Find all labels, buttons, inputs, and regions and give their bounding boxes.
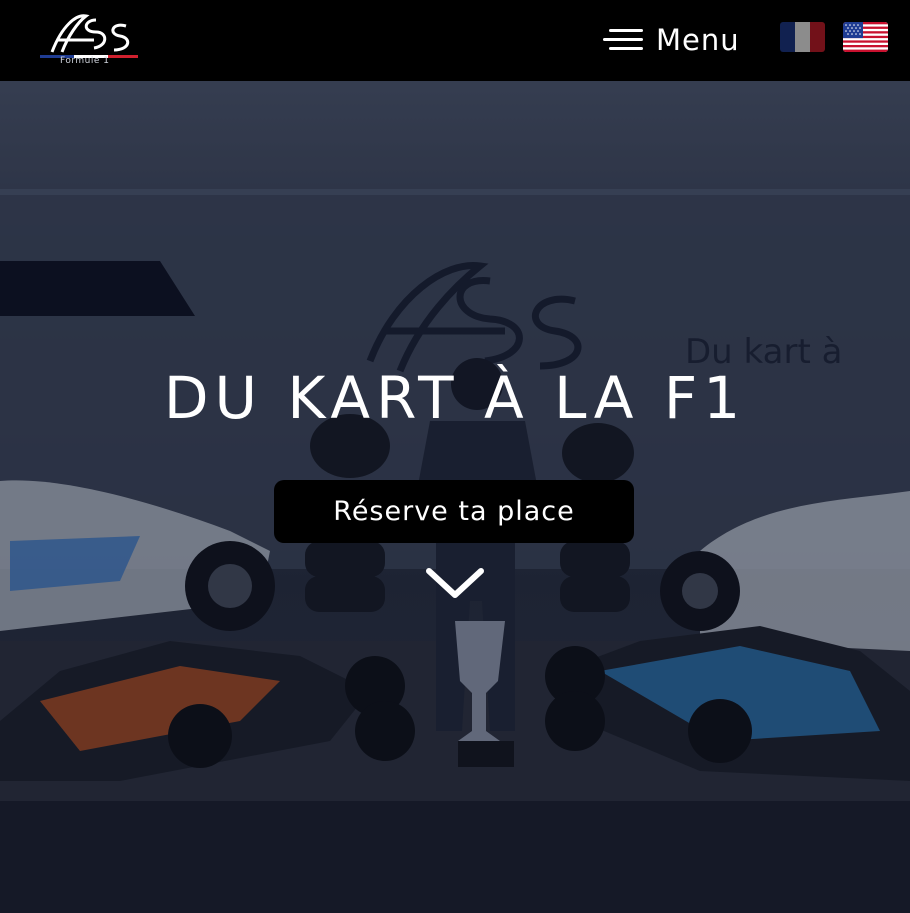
- hero-section: Du kart à DU KART À LA F1 Réserve ta pla…: [0, 81, 910, 913]
- hero-title: DU KART À LA F1: [163, 364, 747, 432]
- reserve-button[interactable]: Réserve ta place: [274, 480, 634, 543]
- menu-label: Menu: [656, 23, 740, 57]
- us-flag-icon[interactable]: [843, 22, 888, 52]
- hamburger-icon: [603, 29, 643, 51]
- chevron-down-icon[interactable]: [425, 563, 485, 603]
- site-header: Formule 1 Menu: [0, 0, 910, 81]
- french-flag-icon[interactable]: [780, 22, 825, 52]
- menu-button[interactable]: Menu: [603, 20, 740, 60]
- logo-subtitle: Formule 1: [60, 56, 110, 66]
